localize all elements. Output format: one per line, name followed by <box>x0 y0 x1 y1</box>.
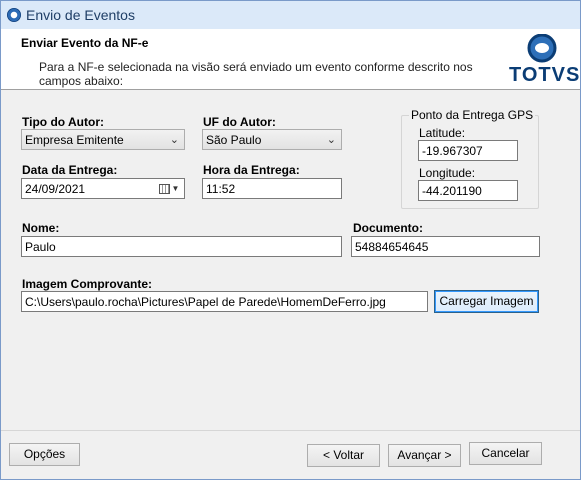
tipo-autor-label: Tipo do Autor: <box>22 115 104 129</box>
voltar-button[interactable]: < Voltar <box>307 444 380 467</box>
wizard-header: Enviar Evento da NF-e Para a NF-e seleci… <box>1 29 580 90</box>
app-icon <box>7 8 21 22</box>
hora-entrega-label: Hora da Entrega: <box>203 163 300 177</box>
longitude-input[interactable]: -44.201190 <box>418 180 518 201</box>
data-entrega-picker[interactable]: 24/09/2021 ▼ <box>21 178 185 199</box>
calendar-dropdown-button[interactable]: ▼ <box>156 181 182 196</box>
nome-label: Nome: <box>22 221 60 235</box>
avancar-button[interactable]: Avançar > <box>388 444 461 467</box>
chevron-down-icon: ▼ <box>171 184 180 193</box>
imagem-path-input[interactable]: C:\Users\paulo.rocha\Pictures\Papel de P… <box>21 291 428 312</box>
uf-autor-label: UF do Autor: <box>203 115 276 129</box>
data-entrega-label: Data da Entrega: <box>22 163 118 177</box>
totvs-logo: TOTVS <box>509 33 581 88</box>
gps-group-title: Ponto da Entrega GPS <box>409 108 536 122</box>
hora-entrega-input[interactable]: 11:52 <box>202 178 342 199</box>
data-entrega-value: 24/09/2021 <box>25 182 86 196</box>
cancelar-button[interactable]: Cancelar <box>469 442 542 465</box>
uf-autor-value: São Paulo <box>206 133 262 147</box>
dialog-window: Envio de Eventos Enviar Evento da NF-e P… <box>0 0 581 480</box>
carregar-imagem-button[interactable]: Carregar Imagem <box>434 290 539 313</box>
chevron-down-icon: ⌄ <box>169 134 179 146</box>
footer-divider <box>1 430 580 431</box>
header-description: Para a NF-e selecionada na visão será en… <box>39 60 473 88</box>
totvs-logo-icon <box>527 33 557 63</box>
longitude-label: Longitude: <box>419 166 476 180</box>
window-title: Envio de Eventos <box>26 7 135 23</box>
opcoes-button[interactable]: Opções <box>9 443 80 466</box>
tipo-autor-select[interactable]: Empresa Emitente ⌄ <box>21 129 185 150</box>
latitude-input[interactable]: -19.967307 <box>418 140 518 161</box>
nome-input[interactable]: Paulo <box>21 236 342 257</box>
uf-autor-select[interactable]: São Paulo ⌄ <box>202 129 342 150</box>
documento-label: Documento: <box>353 221 423 235</box>
header-title: Enviar Evento da NF-e <box>21 36 149 50</box>
imagem-label: Imagem Comprovante: <box>22 277 153 291</box>
title-bar[interactable]: Envio de Eventos <box>1 1 580 29</box>
latitude-label: Latitude: <box>419 126 466 140</box>
calendar-icon <box>158 183 170 194</box>
logo-text: TOTVS <box>509 64 581 86</box>
documento-input[interactable]: 54884654645 <box>351 236 540 257</box>
tipo-autor-value: Empresa Emitente <box>25 133 124 147</box>
chevron-down-icon: ⌄ <box>326 134 336 146</box>
